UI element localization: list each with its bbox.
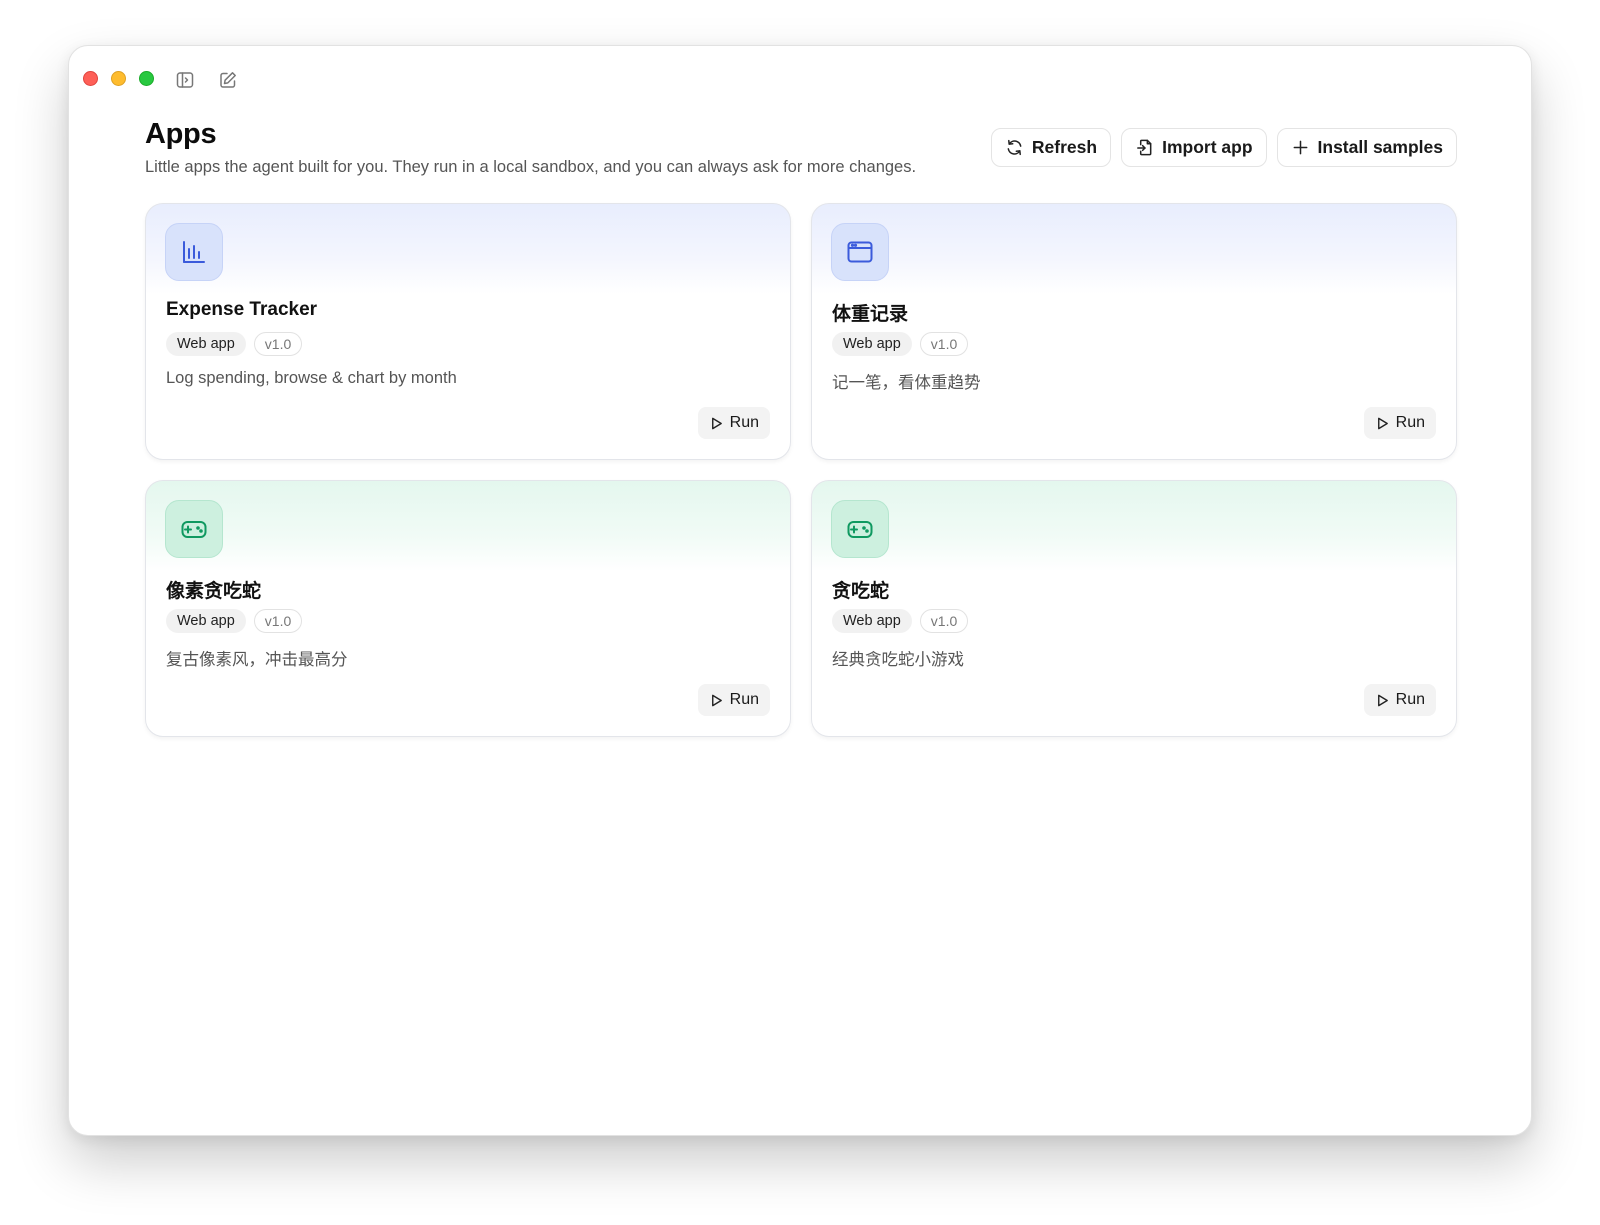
run-button[interactable]: Run (697, 407, 770, 439)
page-header: Apps Little apps the agent built for you… (145, 116, 1457, 196)
play-icon (1377, 417, 1388, 429)
run-button[interactable]: Run (1363, 684, 1436, 716)
run-button[interactable]: Run (697, 684, 770, 716)
app-description: 记一笔，看体重趋势 (832, 374, 981, 392)
plus-icon (1293, 140, 1307, 155)
import-app-button[interactable]: Import app (1121, 128, 1267, 167)
refresh-button[interactable]: Refresh (990, 128, 1112, 167)
run-button[interactable]: Run (1363, 407, 1436, 439)
bar-chart-icon (165, 223, 223, 281)
close-window-button[interactable] (83, 71, 98, 86)
file-import-icon (1137, 139, 1152, 156)
refresh-label: Refresh (1031, 137, 1098, 157)
app-tags: Web app v1.0 (166, 609, 303, 633)
app-tags: Web app v1.0 (832, 332, 969, 356)
play-icon (711, 417, 722, 429)
gamepad-icon (165, 500, 223, 558)
app-window: Apps Little apps the agent built for you… (68, 45, 1532, 1136)
run-label: Run (729, 414, 759, 431)
app-type-badge: Web app (832, 609, 912, 633)
app-name: 体重记录 (832, 304, 909, 325)
app-version-badge: v1.0 (919, 609, 969, 633)
app-card-expense-tracker[interactable]: Expense Tracker Web app v1.0 Log spendin… (145, 203, 791, 460)
run-label: Run (1395, 691, 1425, 708)
app-description: 复古像素风，冲击最高分 (166, 651, 348, 669)
run-label: Run (729, 691, 759, 708)
app-name: 贪吃蛇 (832, 581, 890, 602)
app-version-badge: v1.0 (919, 332, 969, 356)
compose-icon[interactable] (218, 70, 238, 90)
app-tags: Web app v1.0 (166, 332, 303, 356)
app-card-pixel-snake[interactable]: 像素贪吃蛇 Web app v1.0 复古像素风，冲击最高分 Run (145, 480, 791, 737)
app-tags: Web app v1.0 (832, 609, 969, 633)
app-type-badge: Web app (166, 332, 246, 356)
page-subtitle: Little apps the agent built for you. The… (145, 158, 917, 176)
import-app-label: Import app (1162, 137, 1253, 157)
app-version-badge: v1.0 (253, 609, 303, 633)
play-icon (711, 694, 722, 706)
apps-grid: Expense Tracker Web app v1.0 Log spendin… (145, 203, 1457, 737)
install-samples-button[interactable]: Install samples (1276, 128, 1457, 167)
app-description: 经典贪吃蛇小游戏 (832, 651, 964, 669)
gamepad-icon (831, 500, 889, 558)
sidebar-toggle-icon[interactable] (175, 70, 195, 90)
app-type-badge: Web app (832, 332, 912, 356)
app-card-snake[interactable]: 贪吃蛇 Web app v1.0 经典贪吃蛇小游戏 Run (811, 480, 1457, 737)
app-type-badge: Web app (166, 609, 246, 633)
app-name: 像素贪吃蛇 (166, 581, 262, 602)
run-label: Run (1395, 414, 1425, 431)
minimize-window-button[interactable] (111, 71, 126, 86)
zoom-window-button[interactable] (139, 71, 154, 86)
play-icon (1377, 694, 1388, 706)
header-actions: Refresh Import app Install samples (990, 128, 1457, 167)
app-description: Log spending, browse & chart by month (166, 369, 457, 387)
browser-window-icon (831, 223, 889, 281)
refresh-icon (1007, 139, 1022, 156)
page-title: Apps (145, 118, 217, 150)
app-version-badge: v1.0 (253, 332, 303, 356)
install-samples-label: Install samples (1317, 137, 1443, 157)
app-name: Expense Tracker (166, 299, 318, 320)
title-bar (69, 46, 1531, 116)
app-card-weight-log[interactable]: 体重记录 Web app v1.0 记一笔，看体重趋势 Run (811, 203, 1457, 460)
